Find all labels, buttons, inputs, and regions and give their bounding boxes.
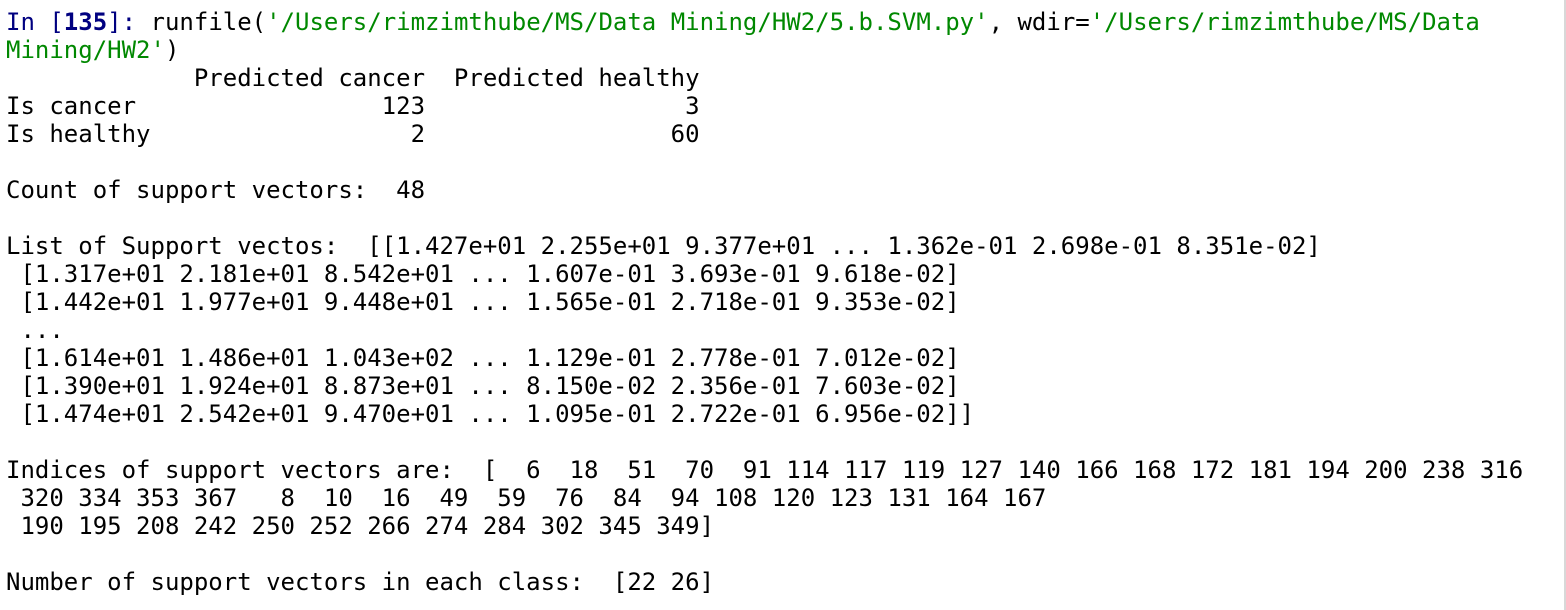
support-vector-list-line: [1.614e+01 1.486e+01 1.043e+02 ... 1.129… [6, 344, 960, 372]
prompt-suffix: ]: [107, 8, 151, 36]
support-vector-list-line: [1.390e+01 1.924e+01 8.873e+01 ... 8.150… [6, 372, 960, 400]
prompt-number: 135 [63, 8, 108, 36]
confusion-matrix-row: Is healthy 2 60 [6, 120, 700, 148]
console-output[interactable]: In [135]: runfile('/Users/rimzimthube/MS… [0, 0, 1560, 610]
command-arg-file: '/Users/rimzimthube/MS/Data Mining/HW2/5… [266, 8, 989, 36]
command-close: ) [164, 36, 180, 64]
input-line-continued: Mining/HW2') [6, 36, 1560, 64]
support-vector-list-line: [1.442e+01 1.977e+01 9.448e+01 ... 1.565… [6, 288, 960, 316]
support-vector-indices-line: 320 334 353 367 8 10 16 49 59 76 84 94 1… [6, 484, 1047, 512]
command-arg-wdir-part1: '/Users/rimzimthube/MS/Data [1089, 8, 1480, 36]
command-arg-wdir-part2: Mining/HW2' [6, 36, 165, 64]
support-vector-list-line: List of Support vectos: [[1.427e+01 2.25… [6, 232, 1321, 260]
support-vector-list-line: [1.474e+01 2.542e+01 9.470e+01 ... 1.095… [6, 400, 975, 428]
support-vectors-per-class: Number of support vectors in each class:… [6, 568, 715, 596]
confusion-matrix-header: Predicted cancer Predicted healthy [6, 64, 700, 92]
support-vector-count: Count of support vectors: 48 [6, 176, 426, 204]
input-line: In [135]: runfile('/Users/rimzimthube/MS… [6, 8, 1560, 36]
support-vector-list-line: ... [6, 316, 64, 344]
support-vector-indices-line: Indices of support vectors are: [ 6 18 5… [6, 456, 1524, 484]
confusion-matrix-row: Is cancer 123 3 [6, 92, 700, 120]
prompt-prefix: In [ [6, 8, 64, 36]
support-vector-indices-line: 190 195 208 242 250 252 266 274 284 302 … [6, 512, 715, 540]
command-sep: , wdir= [988, 8, 1090, 36]
support-vector-list-line: [1.317e+01 2.181e+01 8.542e+01 ... 1.607… [6, 260, 960, 288]
command-func: runfile( [150, 8, 267, 36]
